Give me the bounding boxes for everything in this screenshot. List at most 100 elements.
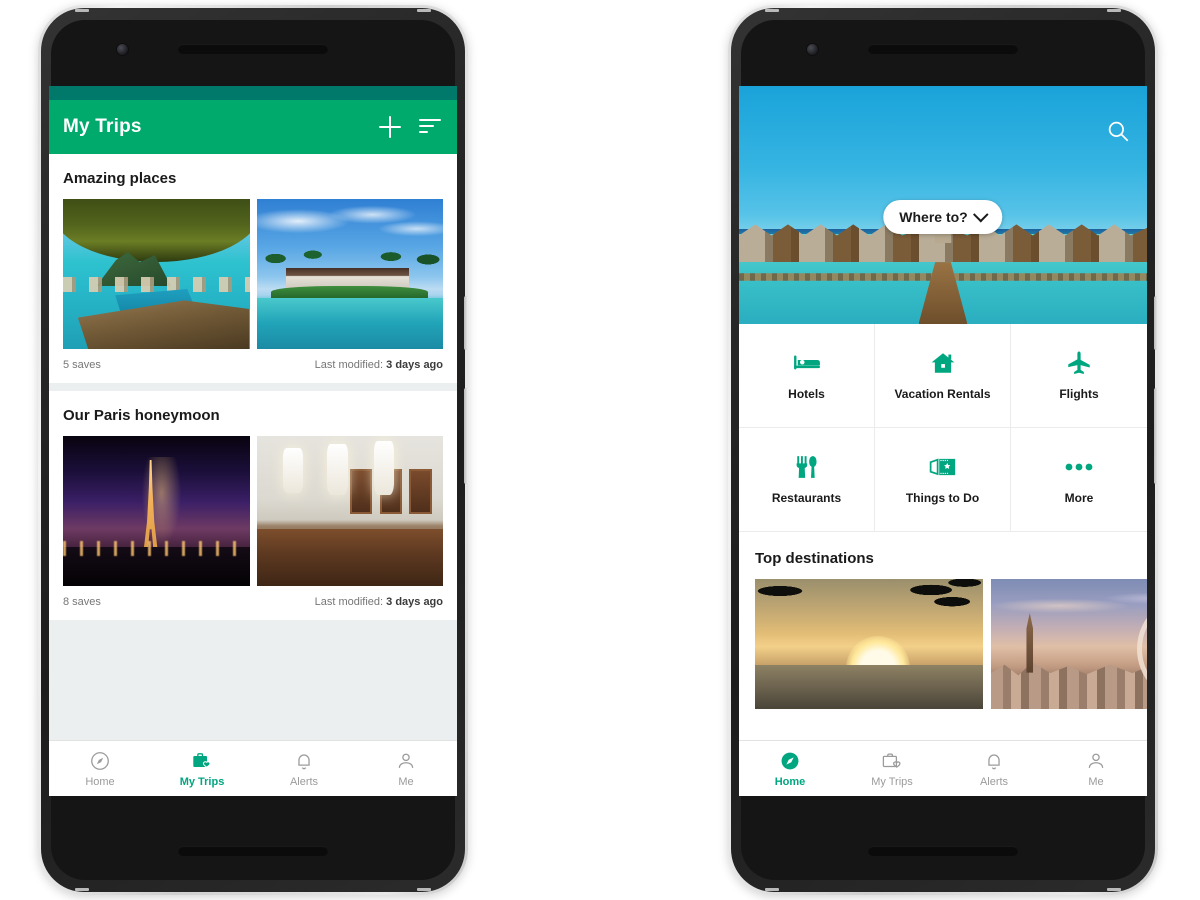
person-icon [1085,750,1107,772]
category-label: Restaurants [771,491,842,505]
trips-list[interactable]: Amazing places 5 saves Last modified: 3 … [49,154,457,740]
trip-last-modified: Last modified: 3 days ago [314,596,443,608]
bottom-navigation-bar: Home My Trips Alerts Me [739,740,1147,796]
category-grid: Hotels Vacation Rentals Flights Restaura… [739,324,1147,532]
nav-item-my-trips[interactable]: My Trips [151,750,253,788]
volume-button[interactable] [1154,388,1158,484]
phone-frame-body: Where to? Hotels Vacation Rentals Flight… [731,8,1158,892]
bottom-speaker-grille [178,846,328,856]
frame-notch-top-left [765,9,779,12]
compass-icon [89,750,111,772]
nav-label: My Trips [179,775,225,788]
app-bar-actions [379,116,441,138]
home-app: Where to? Hotels Vacation Rentals Flight… [739,86,1147,796]
trip-photo[interactable] [63,436,250,586]
category-hotels[interactable]: Hotels [739,324,875,428]
category-restaurants[interactable]: Restaurants [739,428,875,532]
card-divider [49,620,457,628]
nav-item-alerts[interactable]: Alerts [253,750,355,788]
trip-card[interactable]: Amazing places 5 saves Last modified: 3 … [49,154,457,383]
trip-meta: 8 saves Last modified: 3 days ago [63,586,443,620]
nav-label: Alerts [289,775,319,788]
status-bar [49,86,457,100]
trip-last-modified: Last modified: 3 days ago [314,359,443,371]
nav-item-home[interactable]: Home [49,750,151,788]
briefcase-heart-icon [191,750,213,772]
category-label: Flights [1059,387,1099,401]
person-icon [395,750,417,772]
nav-item-home[interactable]: Home [739,750,841,788]
power-button[interactable] [1154,296,1158,350]
nav-item-me[interactable]: Me [1045,750,1147,788]
bell-icon [293,750,315,772]
trip-photo[interactable] [256,436,443,586]
screenshot-stage: My Trips Amazing places 5 saves Last mod… [0,0,1200,900]
my-trips-app: My Trips Amazing places 5 saves Last mod… [49,86,457,796]
more-dots-icon [1064,454,1094,480]
top-destinations-section: Top destinations [739,532,1147,740]
page-title: My Trips [63,116,142,137]
frame-notch-bottom-left [765,888,779,891]
frame-notch-bottom-right [417,888,431,891]
section-title: Top destinations [755,550,874,567]
phone-screen-right: Where to? Hotels Vacation Rentals Flight… [739,86,1147,796]
front-camera-icon [807,44,818,55]
category-vacation-rentals[interactable]: Vacation Rentals [875,324,1011,428]
front-camera-icon [117,44,128,55]
category-things-to-do[interactable]: Things to Do [875,428,1011,532]
nav-item-my-trips[interactable]: My Trips [841,750,943,788]
phone-mockup-left: My Trips Amazing places 5 saves Last mod… [38,5,468,895]
house-icon [930,350,956,376]
bottom-navigation-bar: Home My Trips Alerts Me [49,740,457,796]
airplane-icon [1066,350,1092,376]
category-more[interactable]: More [1011,428,1147,532]
nav-item-me[interactable]: Me [355,750,457,788]
nav-label: Alerts [979,775,1009,788]
tickets-icon [929,454,957,480]
destination-carousel[interactable] [755,579,1147,709]
category-label: Vacation Rentals [894,387,991,401]
app-bar: My Trips [49,100,457,154]
chevron-down-icon [973,206,990,222]
where-to-label: Where to? [899,209,968,225]
category-label: Hotels [788,387,825,401]
trip-photo[interactable] [256,199,443,349]
bell-icon [983,750,1005,772]
earpiece-speaker [868,44,1018,54]
trip-photo-row [63,199,443,349]
trip-saves-count: 8 saves [63,596,101,608]
power-button[interactable] [464,296,468,350]
frame-notch-top-left [75,9,89,12]
nav-item-alerts[interactable]: Alerts [943,750,1045,788]
category-flights[interactable]: Flights [1011,324,1147,428]
compass-filled-icon [779,750,801,772]
card-divider [49,383,457,391]
frame-notch-bottom-right [1107,888,1121,891]
bottom-speaker-grille [868,846,1018,856]
nav-label: Home [774,775,806,788]
search-icon[interactable] [1105,118,1131,144]
nav-label: Me [1088,775,1104,788]
trip-photo[interactable] [63,199,250,349]
earpiece-speaker [178,44,328,54]
nav-label: Me [398,775,414,788]
trip-photo-row [63,436,443,586]
nav-label: My Trips [871,775,913,788]
trip-saves-count: 5 saves [63,359,101,371]
sort-icon[interactable] [419,119,441,135]
volume-button[interactable] [464,388,468,484]
frame-notch-top-right [417,9,431,12]
destination-card[interactable] [991,579,1147,709]
trip-title: Amazing places [63,170,177,187]
where-to-button[interactable]: Where to? [883,200,1003,234]
trip-card[interactable]: Our Paris honeymoon 8 saves Last modifie… [49,391,457,620]
phone-screen-left: My Trips Amazing places 5 saves Last mod… [49,86,457,796]
category-label: More [1064,491,1094,505]
trip-title: Our Paris honeymoon [63,407,220,424]
bed-icon [793,350,821,376]
frame-notch-bottom-left [75,888,89,891]
destination-card[interactable] [755,579,983,709]
briefcase-heart-icon [881,750,903,772]
plus-icon[interactable] [379,116,401,138]
trip-meta: 5 saves Last modified: 3 days ago [63,349,443,383]
